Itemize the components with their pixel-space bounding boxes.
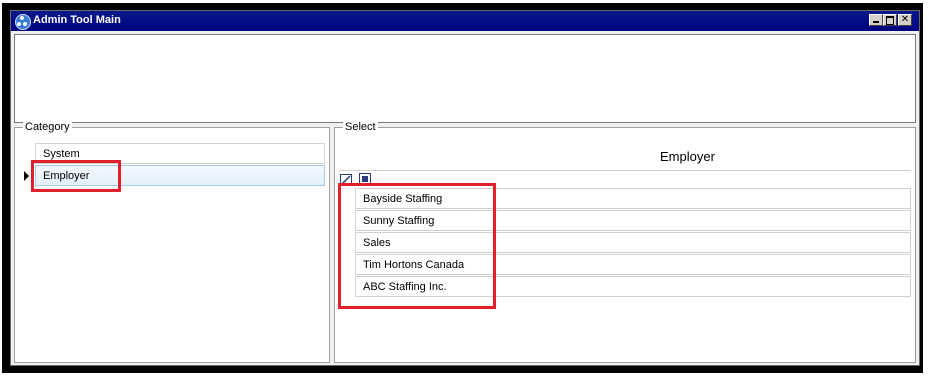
select-legend: Select	[343, 121, 378, 133]
close-icon: ✕	[900, 14, 910, 25]
admin-tool-window: Admin Tool Main ✕ Category System Employ…	[10, 10, 920, 366]
minimize-button[interactable]	[869, 14, 883, 26]
current-row-arrow-icon	[24, 171, 29, 181]
highlight-box-employers	[338, 183, 496, 309]
window-title: Admin Tool Main	[33, 14, 121, 26]
maximize-button[interactable]	[883, 14, 897, 26]
category-label: System	[43, 148, 80, 160]
category-legend: Category	[23, 121, 72, 133]
title-bar[interactable]: Admin Tool Main ✕	[11, 11, 919, 31]
highlight-box-category	[31, 160, 121, 192]
employer-column-header[interactable]: Employer	[660, 149, 715, 164]
top-content-area	[14, 34, 916, 123]
app-icon	[15, 14, 31, 30]
close-button[interactable]: ✕	[898, 14, 912, 26]
